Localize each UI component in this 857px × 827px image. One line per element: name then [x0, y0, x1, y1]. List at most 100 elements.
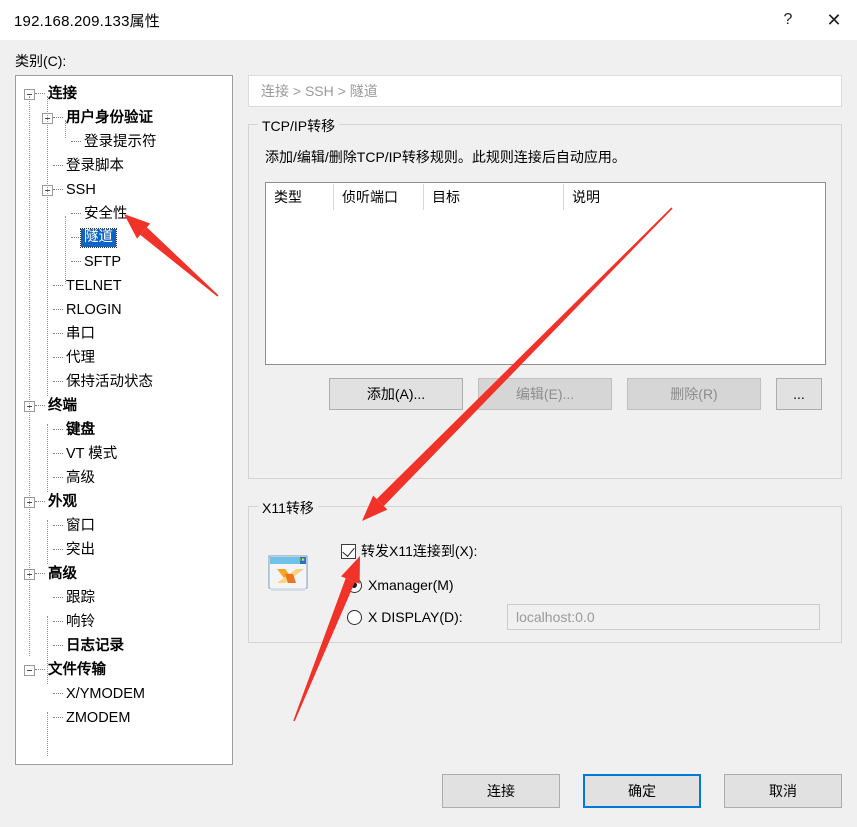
tree-connector-line — [53, 597, 63, 599]
category-tree-panel[interactable]: 连接用户身份验证登录提示符登录脚本 SSH 安全性 隧道 SFTP TELNET RLOGI… — [15, 75, 233, 765]
tree-connector-line — [53, 525, 63, 527]
tree-item-label: 保持活动状态 — [66, 373, 153, 390]
tree-item-突出[interactable]: 突出 — [16, 538, 232, 562]
xdisplay-radio-row[interactable]: X DISPLAY(D): — [347, 609, 463, 625]
tree-item-安全性[interactable]: 安全性 — [16, 202, 232, 226]
tree-item-代理[interactable]: 代理 — [16, 346, 232, 370]
tree-item-label: RLOGIN — [66, 301, 122, 318]
tree-item-label: X/YMODEM — [66, 685, 145, 702]
xdisplay-radio[interactable] — [347, 609, 362, 625]
tree-item-外观[interactable]: 外观 — [16, 490, 232, 514]
tree-item-用户身份验证[interactable]: 用户身份验证 — [16, 106, 232, 130]
tree-item-高级[interactable]: 高级 — [16, 466, 232, 490]
tree-item-ZMODEM[interactable]: ZMODEM — [16, 706, 232, 730]
x11-group-title: X11转移 — [258, 498, 318, 518]
table-column-header[interactable]: 说明 — [564, 184, 825, 210]
tree-guide-line — [65, 120, 66, 138]
tree-guide-line — [47, 616, 48, 684]
table-column-header[interactable]: 侦听端口 — [334, 184, 424, 210]
tree-connector-line — [53, 285, 63, 287]
tree-item-label: SSH — [66, 181, 96, 198]
tree-item-label: 登录脚本 — [66, 157, 124, 174]
xmanager-radio-row[interactable]: Xmanager(M) — [347, 577, 454, 593]
help-icon[interactable]: ? — [765, 0, 811, 40]
tcpip-group-title: TCP/IP转移 — [258, 116, 340, 136]
tree-item-登录提示符[interactable]: 登录提示符 — [16, 130, 232, 154]
tree-item-label: 代理 — [66, 349, 95, 366]
tunnel-rules-table[interactable]: 类型 侦听端口 目标 说明 — [265, 182, 826, 365]
tree-item-label: 文件传输 — [48, 661, 106, 678]
tree-item-label: SFTP — [84, 253, 122, 270]
tree-item-label: 隧道 — [80, 228, 117, 248]
table-column-header[interactable]: 目标 — [424, 184, 564, 210]
tree-item-TELNET[interactable]: TELNET — [16, 274, 232, 298]
forward-x11-checkbox[interactable] — [341, 543, 356, 559]
tree-item-串口[interactable]: 串口 — [16, 322, 232, 346]
tree-item-label: 高级 — [48, 565, 77, 582]
settings-pane: 连接 > SSH > 隧道 TCP/IP转移 添加/编辑/删除TCP/IP转移规… — [248, 75, 842, 765]
category-tree: 连接用户身份验证登录提示符登录脚本 SSH 安全性 隧道 SFTP TELNET RLOGI… — [16, 76, 232, 756]
tree-item-响铃[interactable]: 响铃 — [16, 610, 232, 634]
table-header-row: 类型 侦听端口 目标 说明 — [266, 183, 825, 211]
tree-item-label: 跟踪 — [66, 589, 95, 606]
tunnel-action-buttons: 添加(A)... 编辑(E)... 删除(R)... — [329, 378, 822, 410]
tree-item-连接[interactable]: 连接 — [16, 82, 232, 106]
tree-item-label: 突出 — [66, 541, 95, 558]
xmanager-radio[interactable] — [347, 577, 362, 593]
tree-connector-line — [53, 333, 63, 335]
tree-connector-line — [53, 693, 63, 695]
footer-button-1[interactable]: 确定 — [583, 774, 701, 808]
tree-connector-line — [71, 261, 81, 263]
tree-item-保持活动状态[interactable]: 保持活动状态 — [16, 370, 232, 394]
tree-item-登录脚本[interactable]: 登录脚本 — [16, 154, 232, 178]
tree-item-日志记录[interactable]: 日志记录 — [16, 634, 232, 658]
tree-connector-line — [53, 645, 63, 647]
tree-connector-line — [53, 165, 63, 167]
category-label: 类别(C): — [15, 53, 67, 69]
collapse-minus-icon[interactable] — [24, 664, 35, 676]
tree-item-键盘[interactable]: 键盘 — [16, 418, 232, 442]
tree-item-label: 连接 — [48, 85, 77, 102]
tree-connector-line — [71, 213, 81, 215]
tree-item-X/YMODEM[interactable]: X/YMODEM — [16, 682, 232, 706]
tree-item-高级[interactable]: 高级 — [16, 562, 232, 586]
tunnel-button-3[interactable]: ... — [776, 378, 822, 410]
xmanager-app-icon — [265, 550, 313, 598]
tree-item-label: 登录提示符 — [84, 133, 157, 150]
tree-guide-line — [47, 424, 48, 492]
tunnel-button-0[interactable]: 添加(A)... — [329, 378, 463, 410]
xdisplay-radio-label: X DISPLAY(D): — [368, 609, 463, 625]
tree-item-SFTP[interactable]: SFTP — [16, 250, 232, 274]
tree-connector-line — [53, 549, 63, 551]
tree-item-跟踪[interactable]: 跟踪 — [16, 586, 232, 610]
tree-item-RLOGIN[interactable]: RLOGIN — [16, 298, 232, 322]
tree-item-label: 终端 — [48, 397, 77, 414]
table-column-header[interactable]: 类型 — [266, 184, 334, 210]
tree-item-窗口[interactable]: 窗口 — [16, 514, 232, 538]
tree-item-终端[interactable]: 终端 — [16, 394, 232, 418]
x11-forwarding-group: X11转移 转发X11连接到(X): Xmanager(M) X DISPLAY… — [248, 498, 842, 643]
tree-connector-line — [35, 669, 45, 671]
footer-button-2[interactable]: 取消 — [724, 774, 842, 808]
tree-connector-line — [53, 357, 63, 359]
tunnel-button-1: 编辑(E)... — [478, 378, 612, 410]
tree-item-隧道[interactable]: 隧道 — [16, 226, 232, 250]
tree-item-VT 模式[interactable]: VT 模式 — [16, 442, 232, 466]
footer-button-0[interactable]: 连接 — [442, 774, 560, 808]
tree-item-label: TELNET — [66, 277, 122, 294]
window-controls: ? ✕ — [765, 0, 857, 40]
tree-connector-line — [71, 141, 81, 143]
tree-item-label: ZMODEM — [66, 709, 131, 726]
properties-dialog: 类别(C): 连接 用户身份验证 登录提示符 登录脚本 SSH 安全性 隧道 SFTP TELN… — [0, 40, 857, 827]
checkmark-icon — [342, 543, 355, 557]
tree-item-label: 响铃 — [66, 613, 95, 630]
xdisplay-input[interactable]: localhost:0.0 — [507, 604, 820, 630]
forward-x11-checkbox-row[interactable]: 转发X11连接到(X): — [341, 541, 477, 561]
tree-item-文件传输[interactable]: 文件传输 — [16, 658, 232, 682]
close-icon[interactable]: ✕ — [811, 0, 857, 40]
tree-item-label: 外观 — [48, 493, 77, 510]
tree-item-label: 键盘 — [66, 421, 95, 438]
tree-item-SSH[interactable]: SSH — [16, 178, 232, 202]
table-body[interactable] — [266, 211, 825, 364]
tree-item-label: VT 模式 — [66, 445, 118, 462]
